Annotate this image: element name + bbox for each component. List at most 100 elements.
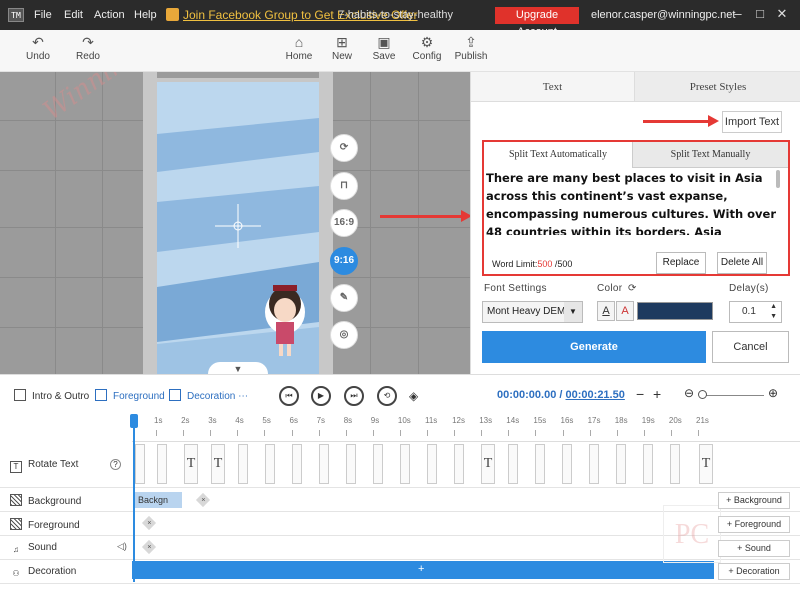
help-icon[interactable]: ? [110,459,121,470]
tab-split-manual[interactable]: Split Text Manually [633,142,788,168]
ratio-16-9-button[interactable]: 16:9 [330,209,358,237]
rotate-text-clip[interactable]: T [699,444,713,484]
playhead[interactable] [133,414,135,582]
annotation-arrow [643,120,709,123]
menu-edit[interactable]: Edit [64,9,83,21]
plus-icon[interactable]: + [653,386,661,402]
add-keyframe-icon[interactable]: + [418,563,424,575]
previous-icon[interactable]: ⏮ [279,386,299,406]
rotate-text-clip[interactable] [616,444,626,484]
decoration-button[interactable]: Decoration ⋯ [169,389,248,402]
undo-button[interactable]: ↶ Undo [16,33,60,62]
rotate-text-clip[interactable] [508,444,518,484]
rotate-text-clip[interactable] [670,444,680,484]
menu-action[interactable]: Action [94,9,125,21]
save-button[interactable]: ▣ Save [362,33,406,62]
rotate-icon[interactable]: ⟳ [330,134,358,162]
menu-file[interactable]: File [34,9,52,21]
ruler-tick-label: 20s [668,416,682,425]
rotate-text-clip[interactable] [346,444,356,484]
split-text-area[interactable]: There are many best places to visit in A… [486,169,776,235]
rotate-text-clip[interactable] [157,444,167,484]
volume-icon[interactable]: ◁) [117,541,127,552]
rotate-text-clip[interactable]: T [481,444,495,484]
next-icon[interactable]: ⏭ [344,386,364,406]
total-time[interactable]: 00:00:21.50 [566,389,625,401]
background-clip[interactable]: Backgn [134,492,182,508]
rotate-text-clip[interactable] [292,444,302,484]
close-icon[interactable]: ✕ [774,6,790,22]
ruler-tick-label: 12s [452,416,465,425]
config-button[interactable]: ⚙ Config [405,33,449,62]
add-background-button[interactable]: + Background [718,492,790,509]
more-icon[interactable]: ⋯ [238,391,248,402]
decoration-clip[interactable]: + [132,561,714,579]
maximize-icon[interactable]: □ [752,6,768,22]
tab-text[interactable]: Text [471,72,634,102]
delete-all-button[interactable]: Delete All [717,252,767,274]
generate-button[interactable]: Generate [482,331,706,363]
add-decoration-button[interactable]: + Decoration [718,563,790,580]
upgrade-account-button[interactable]: Upgrade Account [495,7,579,38]
zoom-handle[interactable] [698,390,707,399]
rotate-text-clip[interactable] [454,444,464,484]
current-time: 00:00:00.00 [497,389,557,401]
rotate-text-clip[interactable] [562,444,572,484]
layers-icon[interactable]: ◈ [409,389,418,403]
video-frame[interactable] [157,78,319,374]
redo-button[interactable]: ↷ Redo [66,33,110,62]
rotate-text-clip[interactable] [238,444,248,484]
rotate-text-clip[interactable] [427,444,437,484]
import-text-button[interactable]: Import Text [722,111,782,133]
replace-button[interactable]: Replace [656,252,706,274]
minus-icon[interactable]: − [636,386,644,402]
font-select[interactable]: Mont Heavy DEM ▼ [482,301,583,323]
rotate-text-clip[interactable] [135,444,145,484]
refresh-icon[interactable]: ⟳ [628,283,637,294]
timeline-ruler[interactable]: 1s 2s 3s 4s 5s 6s 7s 8s 9s 10s 11s 12s 13s 14s 15s 16s 1… [132,414,800,442]
tab-split-auto[interactable]: Split Text Automatically [484,142,633,168]
ruler-tick [427,430,428,436]
settings-icon[interactable]: ◎ [330,321,358,349]
add-foreground-button[interactable]: + Foreground [718,516,790,533]
stepper-arrows-icon[interactable]: ▲ ▼ [770,302,777,322]
menu-help[interactable]: Help [134,9,157,21]
rotate-text-clip[interactable] [589,444,599,484]
zoom-slider[interactable] [700,395,764,396]
tab-preset-styles[interactable]: Preset Styles [634,72,800,102]
preview-canvas[interactable]: WinningPC ⟳ ⊓ 16:9 9:16 ✎ ◎ ▼ [0,72,470,374]
color-swatch[interactable] [637,302,713,320]
unlock-icon[interactable]: ⊓ [330,172,358,200]
rotate-text-clip[interactable] [535,444,545,484]
rotate-text-clip[interactable] [373,444,383,484]
rotate-text-clip[interactable] [400,444,410,484]
foreground-button[interactable]: Foreground [95,389,165,402]
play-icon[interactable]: ▶ [311,386,331,406]
text-color-icon[interactable]: A [616,301,634,321]
rotate-text-clip[interactable] [265,444,275,484]
rotate-text-clip[interactable] [319,444,329,484]
chevron-down-icon[interactable]: ▼ [208,362,268,374]
scrollbar[interactable] [776,170,780,188]
publish-button[interactable]: ⇪ Publish [449,33,493,62]
playhead-handle[interactable] [130,414,138,428]
zoom-in-icon[interactable]: ⊕ [768,386,778,400]
rotate-text-clip[interactable] [643,444,653,484]
new-button[interactable]: ⊞ New [320,33,364,62]
rotate-text-clip[interactable]: T [184,444,198,484]
intro-outro-button[interactable]: Intro & Outro [14,389,89,402]
rotate-text-clip[interactable]: T [211,444,225,484]
home-button[interactable]: ⌂ Home [277,33,321,62]
split-text-box: Split Text Automatically Split Text Manu… [482,140,790,276]
edit-icon[interactable]: ✎ [330,284,358,312]
grid-line [102,72,103,374]
cancel-button[interactable]: Cancel [712,331,789,363]
add-sound-button[interactable]: + Sound [718,540,790,557]
ruler-tick [345,430,347,436]
zoom-icon[interactable]: ⊖ [684,386,694,400]
ratio-9-16-button[interactable]: 9:16 [330,247,358,275]
loop-icon[interactable]: ⟲ [377,386,397,406]
minimize-icon[interactable]: – [730,6,746,22]
delay-stepper[interactable]: 0.1 ▲ ▼ [729,301,782,323]
text-format-icon[interactable]: A [597,301,615,321]
